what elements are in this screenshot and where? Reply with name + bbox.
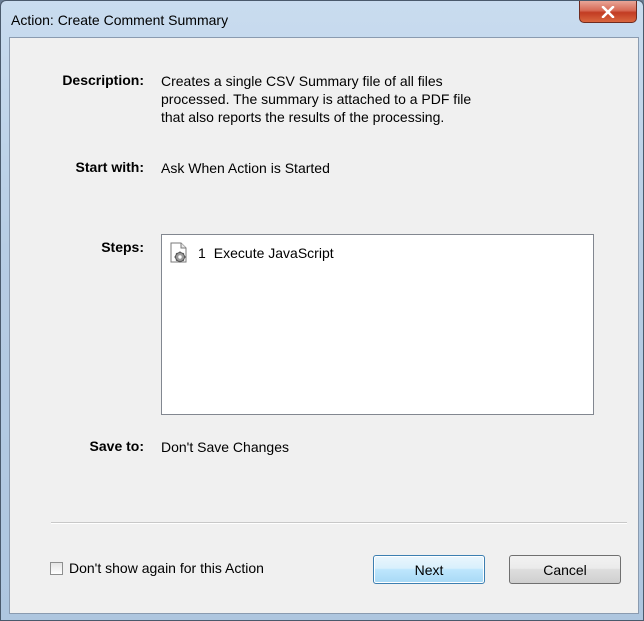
steps-label: Steps: <box>101 239 144 255</box>
close-button[interactable] <box>579 1 637 23</box>
dialog-content: Description: Creates a single CSV Summar… <box>9 37 639 614</box>
divider <box>51 522 627 524</box>
step-number: 1 <box>198 245 206 261</box>
description-line: processed. The summary is attached to a … <box>161 91 472 107</box>
window-title: Action: Create Comment Summary <box>11 12 229 28</box>
cancel-button[interactable]: Cancel <box>509 555 621 584</box>
description-line: Creates a single CSV Summary file of all… <box>161 73 443 89</box>
steps-list[interactable]: 1 Execute JavaScript <box>161 234 594 415</box>
list-item[interactable]: 1 Execute JavaScript <box>168 241 334 265</box>
checkbox-box[interactable] <box>50 561 63 575</box>
step-label: Execute JavaScript <box>213 245 334 261</box>
save-to-label: Save to: <box>89 438 144 454</box>
checkbox-label: Don't show again for this Action <box>69 560 264 576</box>
dont-show-again-checkbox[interactable]: Don't show again for this Action <box>50 560 264 576</box>
start-with-label: Start with: <box>75 159 144 175</box>
description-text: Creates a single CSV Summary file of all… <box>161 72 581 126</box>
close-icon <box>601 5 615 18</box>
script-gear-icon <box>170 242 187 263</box>
save-to-value: Don't Save Changes <box>161 439 289 455</box>
description-label: Description: <box>62 72 144 88</box>
description-line: that also reports the results of the pro… <box>161 109 445 125</box>
next-button[interactable]: Next <box>373 555 485 584</box>
title-bar[interactable]: Action: Create Comment Summary <box>1 1 643 37</box>
dialog-window: Action: Create Comment Summary Descripti… <box>0 0 644 621</box>
start-with-value: Ask When Action is Started <box>161 160 330 176</box>
